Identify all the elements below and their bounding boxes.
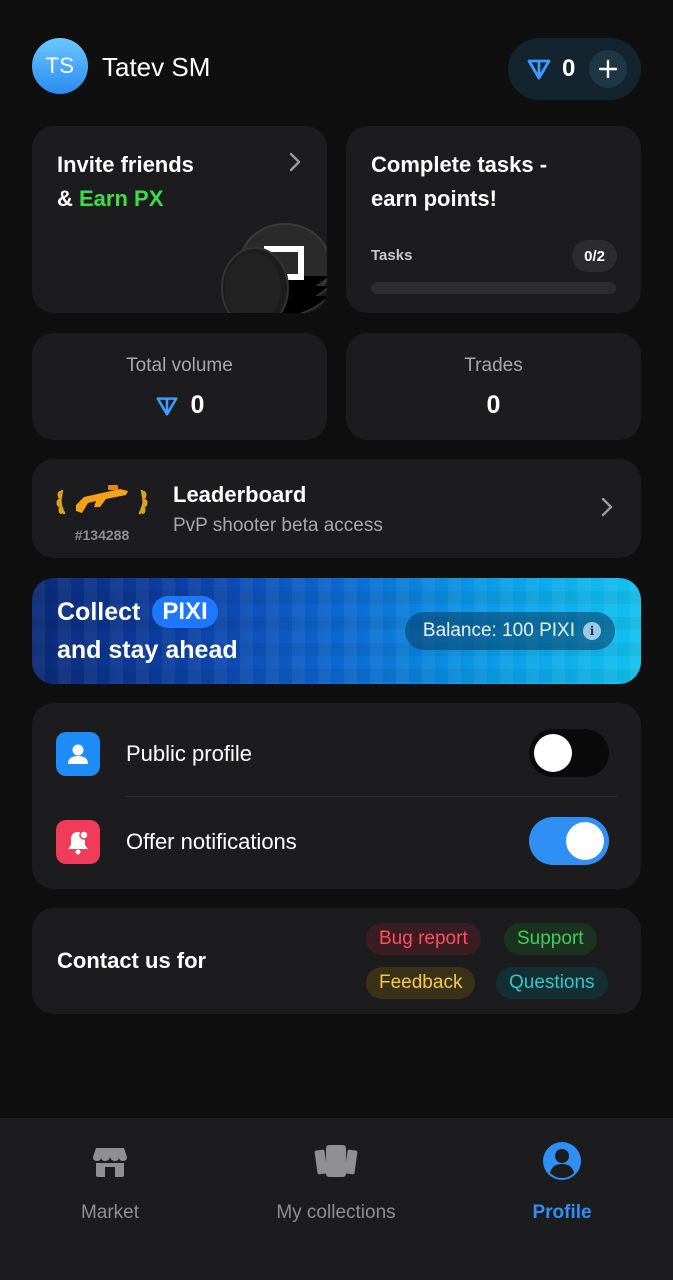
banner-subtitle: and stay ahead bbox=[57, 636, 238, 664]
balance-amount: 0 bbox=[562, 55, 576, 82]
total-volume-label: Total volume bbox=[126, 355, 233, 376]
user-icon bbox=[56, 732, 100, 776]
leaderboard-title: Leaderboard bbox=[173, 482, 307, 507]
ton-icon bbox=[156, 396, 178, 416]
chevron-right-icon bbox=[601, 497, 613, 517]
banner-title: Collect PIXI bbox=[57, 596, 218, 628]
public-profile-label: Public profile bbox=[126, 741, 252, 766]
tasks-title: Complete tasks - earn points! bbox=[371, 152, 548, 211]
nav-my-collections[interactable]: My collections bbox=[236, 1140, 436, 1224]
info-icon[interactable]: i bbox=[583, 622, 601, 640]
bell-icon bbox=[56, 820, 100, 864]
bug-report-chip[interactable]: Bug report bbox=[366, 923, 481, 955]
store-icon bbox=[93, 1148, 127, 1177]
rifle-laurel-icon bbox=[56, 485, 148, 515]
trades-value: 0 bbox=[486, 391, 501, 419]
trades-card: Trades 0 bbox=[346, 333, 641, 440]
balance-pill[interactable]: 0 bbox=[508, 38, 641, 100]
leaderboard-card[interactable]: #134288 Leaderboard PvP shooter beta acc… bbox=[32, 459, 641, 558]
offer-notifications-toggle[interactable] bbox=[529, 817, 609, 865]
contact-card: Contact us for Bug report Support Feedba… bbox=[32, 908, 641, 1014]
chevron-right-icon bbox=[289, 152, 301, 172]
nav-market[interactable]: Market bbox=[10, 1140, 210, 1224]
ton-icon bbox=[527, 59, 551, 80]
tasks-count-badge: 0/2 bbox=[572, 240, 617, 272]
pixi-tag: PIXI bbox=[152, 596, 218, 628]
pixi-balance-text: Balance: 100 PIXI bbox=[422, 620, 575, 641]
settings-card: Public profile Offer notifications bbox=[32, 703, 641, 889]
total-volume-value: 0 bbox=[190, 391, 205, 419]
public-profile-toggle[interactable] bbox=[529, 729, 609, 777]
username: Tatev SM bbox=[102, 52, 211, 82]
offer-notifications-label: Offer notifications bbox=[126, 829, 297, 854]
bottom-nav: Market My collections Profile bbox=[0, 1118, 673, 1280]
add-funds-button[interactable] bbox=[589, 50, 627, 88]
contact-label: Contact us for bbox=[57, 948, 207, 973]
pixi-banner[interactable]: Collect PIXI and stay ahead Balance: 100… bbox=[32, 578, 641, 684]
invite-title: Invite friends & Earn PX bbox=[57, 152, 194, 211]
public-profile-row[interactable]: Public profile bbox=[32, 705, 641, 797]
tasks-label: Tasks bbox=[371, 247, 413, 264]
invite-friends-card[interactable]: Invite friends & Earn PX bbox=[32, 126, 327, 313]
header: TS Tatev SM 0 bbox=[32, 38, 641, 100]
collections-icon bbox=[314, 1145, 358, 1177]
coins-stack-icon bbox=[221, 223, 327, 313]
profile-icon bbox=[543, 1142, 581, 1180]
support-chip[interactable]: Support bbox=[504, 923, 597, 955]
trades-label: Trades bbox=[464, 355, 523, 376]
nav-my-collections-label: My collections bbox=[276, 1202, 396, 1223]
questions-chip[interactable]: Questions bbox=[496, 967, 608, 999]
offer-notifications-row[interactable]: Offer notifications bbox=[32, 793, 641, 885]
total-volume-card: Total volume 0 bbox=[32, 333, 327, 440]
pixi-balance-pill[interactable]: Balance: 100 PIXI i bbox=[404, 612, 615, 650]
tasks-progress-bar bbox=[371, 282, 616, 294]
tasks-card[interactable]: Complete tasks - earn points! Tasks 0/2 bbox=[346, 126, 641, 313]
nav-profile[interactable]: Profile bbox=[462, 1140, 662, 1224]
leaderboard-subtitle: PvP shooter beta access bbox=[173, 515, 383, 536]
leaderboard-rank: #134288 bbox=[74, 527, 130, 543]
plus-icon bbox=[598, 59, 618, 79]
nav-profile-label: Profile bbox=[532, 1202, 592, 1223]
nav-market-label: Market bbox=[80, 1202, 140, 1223]
avatar[interactable]: TS bbox=[32, 38, 88, 94]
feedback-chip[interactable]: Feedback bbox=[366, 967, 476, 999]
